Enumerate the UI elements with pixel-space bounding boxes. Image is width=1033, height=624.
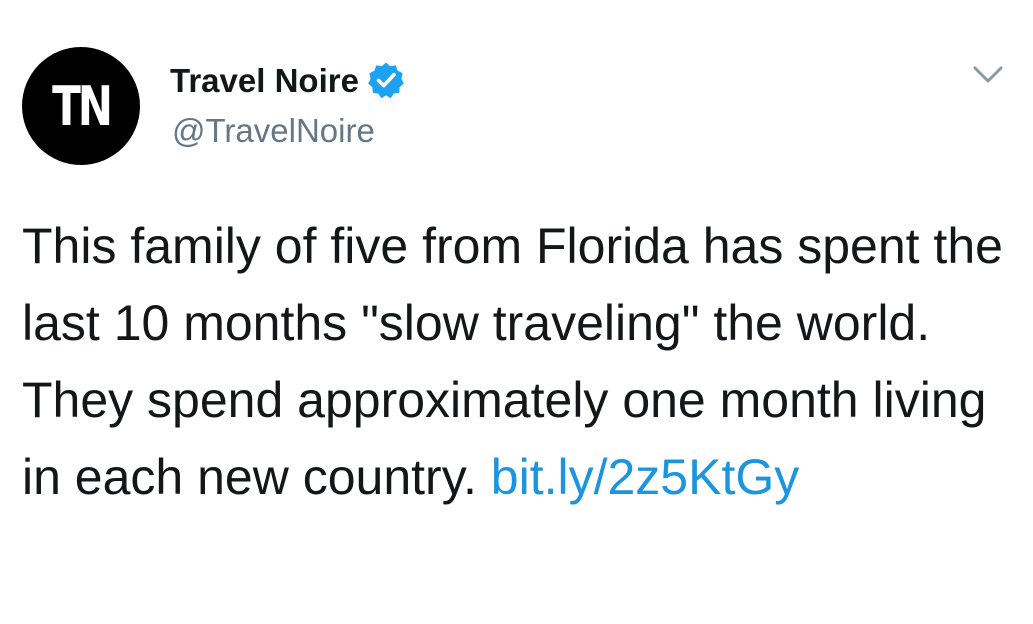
tweet-link[interactable]: bit.ly/2z5KtGy bbox=[491, 449, 799, 505]
avatar[interactable]: TN bbox=[22, 47, 140, 165]
verified-badge-icon bbox=[367, 61, 405, 99]
author-name-row: Travel Noire bbox=[170, 58, 405, 102]
chevron-down-icon[interactable] bbox=[968, 62, 1008, 90]
display-name[interactable]: Travel Noire bbox=[170, 64, 359, 97]
tweet-card: TN Travel Noire @TravelNoire This family… bbox=[0, 0, 1033, 624]
author-handle[interactable]: @TravelNoire bbox=[172, 114, 375, 147]
tweet-text: This family of five from Florida has spe… bbox=[22, 208, 1012, 516]
avatar-initials: TN bbox=[52, 75, 113, 138]
